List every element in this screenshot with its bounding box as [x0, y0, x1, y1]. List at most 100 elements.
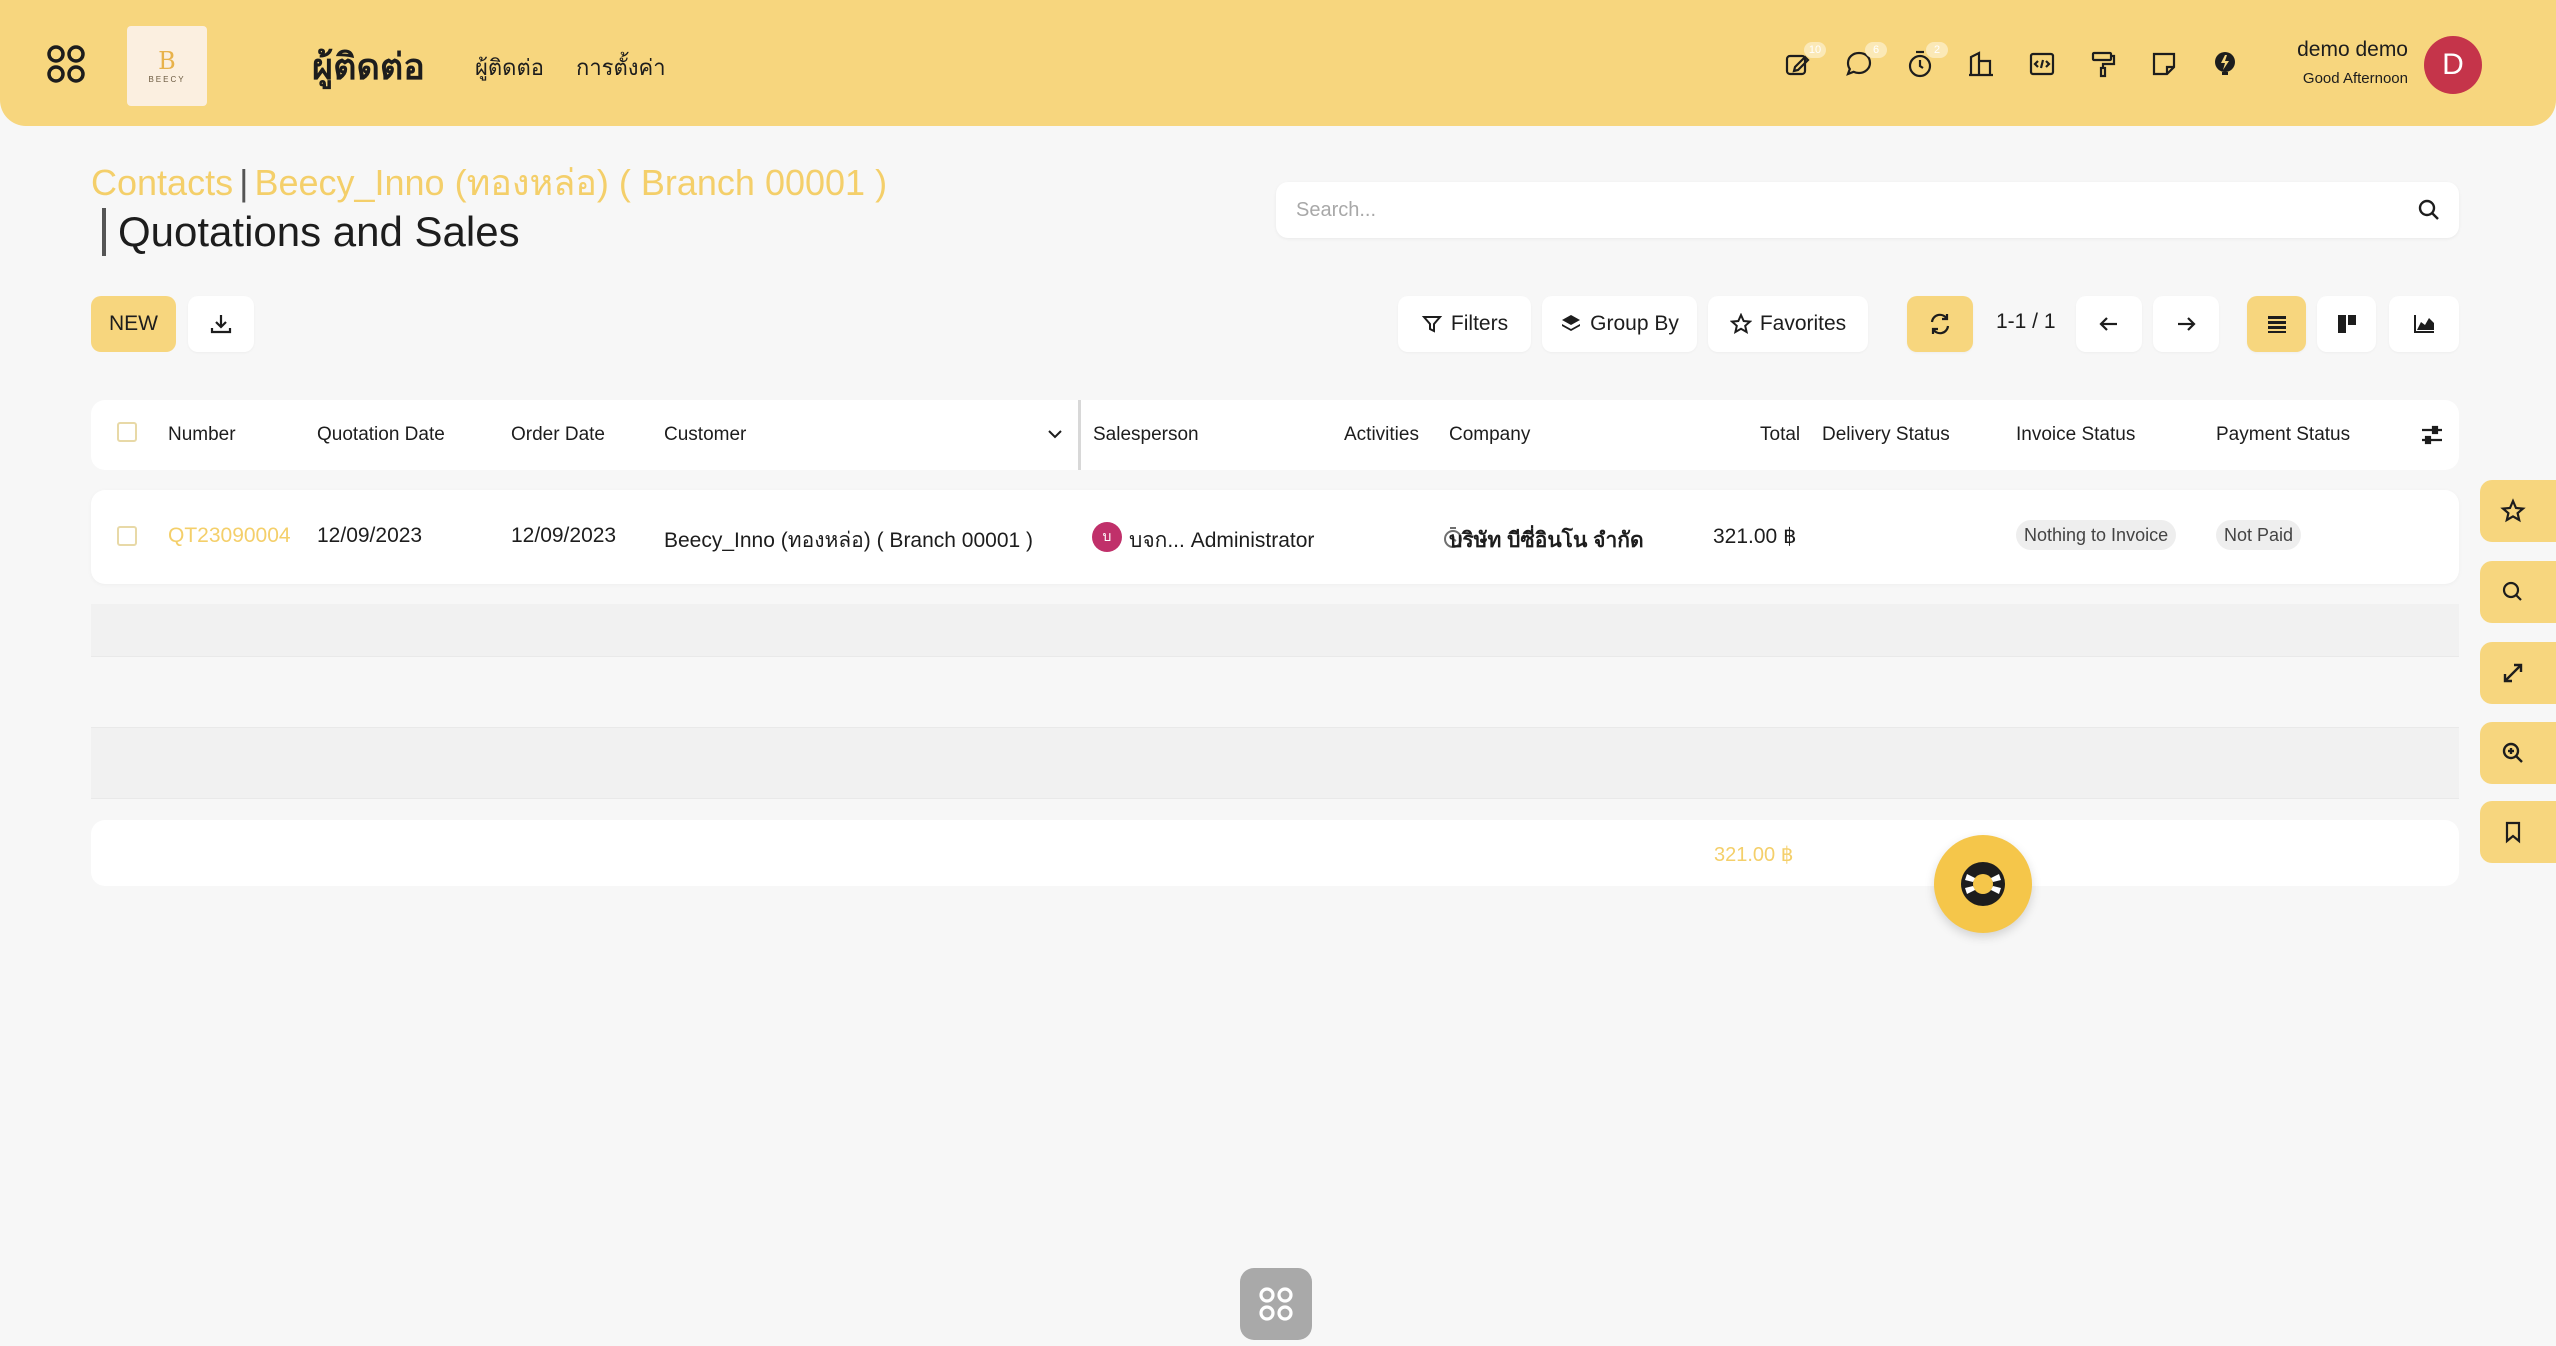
col-order-date[interactable]: Order Date — [511, 424, 605, 446]
group-by-button[interactable]: Group By — [1542, 296, 1697, 352]
breadcrumb-contact[interactable]: Beecy_Inno (ทองหล่อ) ( Branch 00001 ) — [254, 162, 887, 203]
graph-view-button[interactable] — [2389, 296, 2459, 352]
search-bar — [1276, 182, 2459, 238]
col-customer[interactable]: Customer — [664, 424, 746, 446]
chat-icon[interactable]: 6 — [1841, 42, 1887, 82]
filters-label: Filters — [1450, 312, 1509, 335]
footer-total: 321.00 ฿ — [1714, 844, 1794, 866]
cell-customer: Beecy_Inno (ทองหล่อ) ( Branch 00001 ) — [664, 529, 1034, 552]
col-total[interactable]: Total — [1760, 424, 1800, 446]
activity-icon[interactable]: 10 — [1780, 42, 1826, 82]
app-title: ผู้ติดต่อ — [312, 46, 425, 87]
row-divider — [91, 798, 2459, 799]
breadcrumb-contacts[interactable]: Contacts — [91, 162, 233, 203]
refresh-button[interactable] — [1907, 296, 1973, 352]
col-salesperson[interactable]: Salesperson — [1093, 424, 1199, 446]
note-icon[interactable] — [2146, 46, 2182, 82]
side-bookmark-button[interactable] — [2480, 801, 2556, 863]
list-view-icon — [2267, 316, 2286, 333]
table-header: Number Quotation Date Order Date Custome… — [91, 400, 2459, 470]
zoom-in-icon — [2502, 742, 2523, 763]
star-icon — [1729, 313, 1752, 334]
user-name: demo demo — [2297, 38, 2408, 61]
messages-badge: 6 — [1865, 42, 1887, 58]
arrow-right-icon — [2178, 317, 2196, 331]
bottom-apps-button[interactable] — [1240, 1268, 1312, 1340]
area-chart-icon — [2414, 315, 2434, 333]
company-logo[interactable]: B BEECY — [127, 26, 207, 106]
download-button[interactable] — [188, 296, 254, 352]
col-company[interactable]: Company — [1449, 424, 1530, 446]
payment-status-badge: Not Paid — [2216, 520, 2302, 550]
next-page-button[interactable] — [2153, 296, 2219, 352]
filters-button[interactable]: Filters — [1398, 296, 1531, 352]
paint-roller-icon[interactable] — [2085, 46, 2121, 82]
expand-icon — [2503, 663, 2523, 683]
page-title-wrap: Quotations and Sales — [102, 206, 520, 258]
bookmark-icon — [2505, 821, 2521, 844]
side-favorite-button[interactable] — [2480, 480, 2556, 542]
cell-number[interactable]: QT23090004 — [168, 524, 291, 548]
timer-badge: 2 — [1926, 42, 1948, 58]
col-quotation-date[interactable]: Quotation Date — [317, 424, 445, 446]
kanban-view-button[interactable] — [2317, 296, 2376, 352]
breadcrumb: Contacts | Beecy_Inno (ทองหล่อ) ( Branch 0… — [91, 162, 888, 203]
pager-value[interactable]: 1-1 / 1 — [1996, 310, 2056, 334]
menu-settings[interactable]: การตั้งค่า — [576, 50, 666, 85]
new-button[interactable]: NEW — [91, 296, 176, 352]
page-title: Quotations and Sales — [118, 208, 520, 255]
col-payment-status[interactable]: Payment Status — [2216, 424, 2350, 446]
bolt-icon[interactable] — [2207, 46, 2243, 82]
download-icon — [210, 315, 232, 334]
salesperson-avatar: บ — [1092, 522, 1122, 552]
apps-icon — [1259, 1287, 1293, 1321]
select-all-checkbox[interactable] — [117, 422, 137, 442]
menu-contacts[interactable]: ผู้ติดต่อ — [475, 50, 544, 85]
table-footer: 321.00 ฿ — [91, 820, 2459, 886]
help-button[interactable] — [1934, 835, 2032, 933]
cell-total: 321.00 ฿ — [1713, 525, 1797, 548]
side-zoom-button[interactable] — [2480, 722, 2556, 784]
col-activities[interactable]: Activities — [1344, 424, 1419, 446]
timer-icon[interactable]: 2 — [1902, 42, 1948, 82]
arrow-left-icon — [2099, 317, 2117, 331]
company-icon[interactable] — [1963, 46, 1999, 82]
row-checkbox[interactable] — [117, 526, 137, 546]
search-icon — [2502, 581, 2522, 601]
kanban-view-icon — [2337, 315, 2356, 333]
user-avatar[interactable]: D — [2424, 36, 2482, 94]
favorites-button[interactable]: Favorites — [1708, 296, 1868, 352]
code-icon[interactable] — [2024, 46, 2060, 82]
cell-company: บริษัท บีซี่อินโน จำกัด — [1449, 529, 1644, 552]
side-search-button[interactable] — [2480, 561, 2556, 623]
layers-icon — [1562, 315, 1581, 331]
search-icon[interactable] — [2415, 196, 2443, 224]
lifebuoy-icon — [1961, 862, 2005, 906]
col-invoice-status[interactable]: Invoice Status — [2016, 424, 2135, 446]
cell-order-date: 12/09/2023 — [511, 524, 617, 547]
title-divider — [102, 208, 106, 256]
list-view-button[interactable] — [2247, 296, 2306, 352]
column-resize-handle[interactable] — [1078, 400, 1081, 470]
cell-salesperson: บจก... Administrator — [1129, 529, 1315, 552]
column-settings-icon[interactable] — [2419, 422, 2445, 448]
group-by-label: Group By — [1590, 312, 1679, 335]
empty-row — [91, 728, 2459, 798]
previous-page-button[interactable] — [2076, 296, 2142, 352]
top-navbar: B BEECY ผู้ติดต่อ ผู้ติดต่อ การตั้งค่า 1… — [0, 0, 2556, 126]
apps-icon[interactable] — [44, 42, 88, 86]
invoice-status-badge: Nothing to Invoice — [2016, 520, 2177, 550]
filter-icon — [1421, 316, 1443, 333]
favorites-label: Favorites — [1759, 312, 1847, 335]
side-expand-button[interactable] — [2480, 642, 2556, 704]
col-delivery-status[interactable]: Delivery Status — [1822, 424, 1950, 446]
refresh-icon — [1930, 313, 1950, 335]
col-number[interactable]: Number — [168, 424, 236, 446]
table-row[interactable]: QT23090004 12/09/2023 12/09/2023 Beecy_I… — [91, 490, 2459, 584]
search-input[interactable] — [1296, 182, 2396, 238]
chevron-down-icon[interactable] — [1045, 424, 1065, 444]
activity-badge: 10 — [1804, 42, 1826, 58]
empty-row — [91, 604, 2459, 656]
cell-quotation-date: 12/09/2023 — [317, 524, 423, 547]
user-greeting: Good Afternoon — [2302, 70, 2408, 87]
